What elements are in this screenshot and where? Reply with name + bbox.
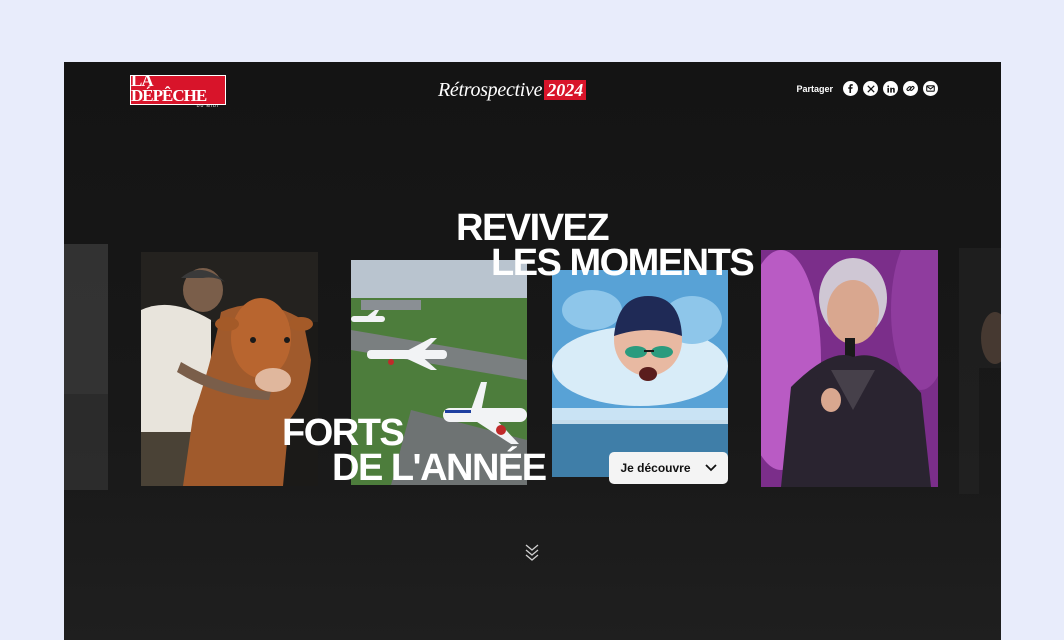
email-icon[interactable] <box>923 81 938 96</box>
title-year: 2024 <box>544 80 587 100</box>
edge-card-right <box>959 248 1001 494</box>
title-word: Rétrospective <box>438 78 543 101</box>
scroll-down-icon[interactable] <box>525 543 539 568</box>
chevron-down-icon <box>704 464 717 472</box>
x-icon[interactable] <box>863 81 878 96</box>
linkedin-icon[interactable] <box>883 81 898 96</box>
discover-button-label: Je découvre <box>620 461 691 475</box>
logo-subtext: DU MIDI <box>196 102 219 108</box>
site-logo[interactable]: LA DÉPÊCHE DU MIDI <box>130 70 226 108</box>
facebook-icon[interactable] <box>843 81 858 96</box>
logo-text: LA DÉPÊCHE <box>131 70 207 105</box>
edge-card-left <box>64 244 108 490</box>
headline-line-4: DE L'ANNÉE <box>332 447 547 489</box>
link-icon[interactable] <box>903 81 918 96</box>
share-bar: Partager <box>796 81 938 96</box>
discover-button[interactable]: Je découvre <box>609 452 728 484</box>
hero-section: LA DÉPÊCHE DU MIDI Rétrospective 2024 Pa… <box>64 62 1001 640</box>
headline-line-2: LES MOMENTS <box>491 242 755 284</box>
singer-photo[interactable] <box>761 250 938 487</box>
page-title: Rétrospective 2024 <box>438 76 587 104</box>
swimmer-photo[interactable] <box>552 270 728 477</box>
share-label: Partager <box>796 83 833 94</box>
